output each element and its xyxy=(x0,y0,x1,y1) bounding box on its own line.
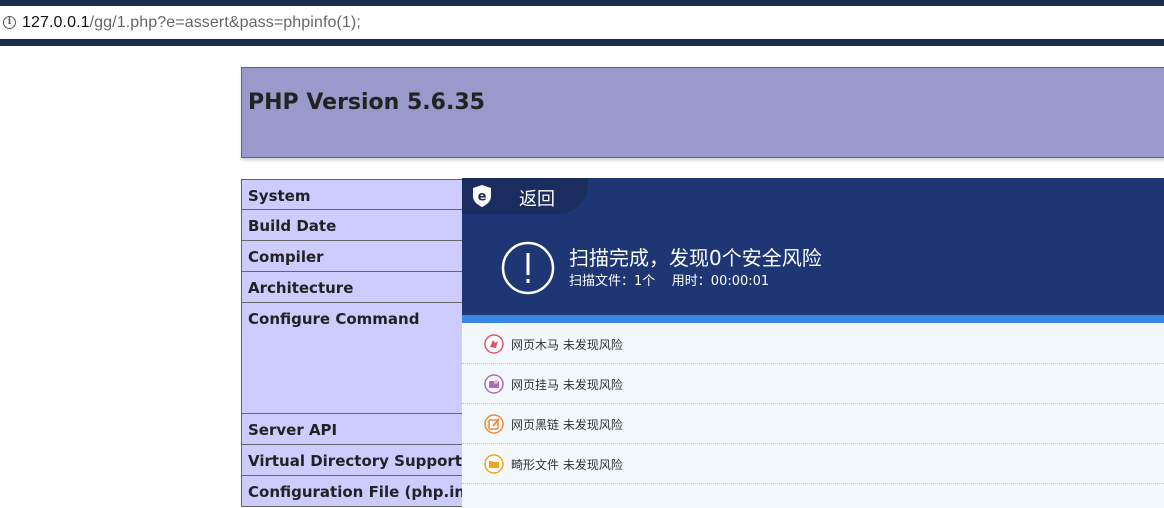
result-label: 网页木马 未发现风险 xyxy=(511,338,623,352)
trojan-icon xyxy=(484,334,504,354)
row-label: Architecture xyxy=(248,279,354,297)
table-row: Architecture xyxy=(241,272,471,303)
scan-header: e 返回 扫描完成，发现0个安全风险 扫描文件：1个 用时：00:00:01 xyxy=(462,178,1164,315)
row-label: Server API xyxy=(248,421,338,439)
url-host: 127.0.0.1 xyxy=(22,13,90,31)
accent-bar xyxy=(462,315,1164,323)
shield-e-icon: e xyxy=(473,185,491,207)
list-item: 网页木马 未发现风险 xyxy=(462,324,1164,364)
table-row: Virtual Directory Support xyxy=(241,445,471,476)
list-item: 网页挂马 未发现风险 xyxy=(462,364,1164,404)
table-row: Server API xyxy=(241,414,471,445)
row-label: Compiler xyxy=(248,248,324,266)
list-item: 畸形文件 未发现风险 xyxy=(462,444,1164,484)
site-info-icon[interactable]: i xyxy=(3,16,16,29)
page-title: PHP Version 5.6.35 xyxy=(248,90,485,115)
result-label: 畸形文件 未发现风险 xyxy=(511,458,623,472)
scan-result-title: 扫描完成，发现0个安全风险 xyxy=(569,246,822,270)
scan-summary: 扫描文件：1个 用时：00:00:01 xyxy=(569,274,770,289)
result-label: 网页挂马 未发现风险 xyxy=(511,378,623,392)
address-bar[interactable]: i 127.0.0.1/gg/1.php?e=assert&pass=phpin… xyxy=(0,6,1164,39)
row-label: Configure Command xyxy=(248,310,420,328)
svg-text:e: e xyxy=(478,190,487,205)
table-row: Compiler xyxy=(241,241,471,272)
table-row: System xyxy=(241,179,471,210)
row-label: Build Date xyxy=(248,217,337,235)
result-label: 网页黑链 未发现风险 xyxy=(511,418,623,432)
row-label: Virtual Directory Support xyxy=(248,452,462,470)
hanging-horse-icon xyxy=(484,374,504,394)
table-row: Build Date xyxy=(241,210,471,241)
table-row: Configure Command xyxy=(241,303,471,414)
back-button[interactable]: e 返回 xyxy=(462,178,588,214)
black-link-icon xyxy=(484,414,504,434)
scan-result-list: 网页木马 未发现风险 网页挂马 未发现风险 网页黑链 未发现风险 畸形文件 未发… xyxy=(462,324,1164,484)
phpinfo-table: System Build Date Compiler Architecture … xyxy=(241,179,493,507)
row-label: System xyxy=(248,187,311,205)
list-item: 网页黑链 未发现风险 xyxy=(462,404,1164,444)
address-bar-divider xyxy=(0,39,1164,46)
screen: i 127.0.0.1/gg/1.php?e=assert&pass=phpin… xyxy=(0,0,1164,508)
phpinfo-header: PHP Version 5.6.35 xyxy=(241,67,1164,158)
row-label: Configuration File (php.ini) P xyxy=(248,483,494,501)
url-text[interactable]: 127.0.0.1/gg/1.php?e=assert&pass=phpinfo… xyxy=(22,14,361,32)
back-label: 返回 xyxy=(519,189,555,210)
url-path: /gg/1.php?e=assert&pass=phpinfo(1); xyxy=(89,13,361,31)
table-row: Configuration File (php.ini) P xyxy=(241,476,493,507)
security-scan-panel: e 返回 扫描完成，发现0个安全风险 扫描文件：1个 用时：00:00:01 网… xyxy=(462,178,1164,508)
folder-icon xyxy=(484,454,504,474)
exclamation-circle-icon xyxy=(501,241,555,295)
